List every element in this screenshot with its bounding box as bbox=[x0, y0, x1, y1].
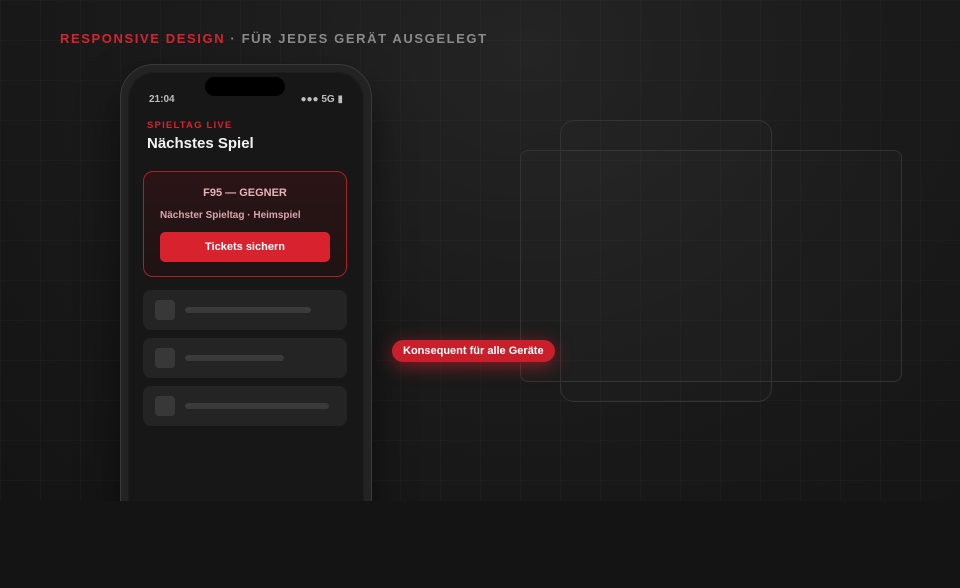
list-item[interactable] bbox=[143, 386, 347, 426]
list-item[interactable] bbox=[143, 338, 347, 378]
status-time: 21:04 bbox=[149, 94, 175, 105]
match-title: F95 — GEGNER bbox=[203, 187, 287, 199]
dynamic-island bbox=[205, 77, 285, 96]
list-item-thumbnail bbox=[155, 300, 175, 320]
phone-screen: 21:04 ●●● 5G ▮ SPIELTAG LIVE Nächstes Sp… bbox=[129, 73, 363, 501]
section-headline: RESPONSIVE DESIGN · FÜR JEDES GERÄT AUSG… bbox=[60, 31, 488, 46]
screen-eyebrow: SPIELTAG LIVE bbox=[147, 120, 233, 131]
bottom-band bbox=[0, 501, 960, 588]
tickets-button[interactable]: Tickets sichern bbox=[160, 232, 330, 262]
phone-mockup: 21:04 ●●● 5G ▮ SPIELTAG LIVE Nächstes Sp… bbox=[120, 64, 372, 501]
headline-rest: FÜR JEDES GERÄT AUSGELEGT bbox=[241, 31, 488, 46]
tablet-portrait-frame-outline bbox=[560, 120, 772, 402]
hero-stage: RESPONSIVE DESIGN · FÜR JEDES GERÄT AUSG… bbox=[0, 0, 960, 501]
list-item-thumbnail bbox=[155, 348, 175, 368]
headline-separator: · bbox=[230, 31, 237, 46]
match-subtitle: Nächster Spieltag · Heimspiel bbox=[160, 210, 301, 221]
list-item-placeholder-bar bbox=[185, 307, 311, 313]
status-signal-battery: ●●● 5G ▮ bbox=[300, 94, 343, 105]
list-item-thumbnail bbox=[155, 396, 175, 416]
headline-accent: RESPONSIVE DESIGN bbox=[60, 31, 226, 46]
screen-title: Nächstes Spiel bbox=[147, 135, 254, 152]
list-item-placeholder-bar bbox=[185, 355, 284, 361]
list-item-placeholder-bar bbox=[185, 403, 329, 409]
consistency-badge: Konsequent für alle Geräte bbox=[392, 340, 555, 362]
next-match-card: F95 — GEGNER Nächster Spieltag · Heimspi… bbox=[143, 171, 347, 277]
list-item[interactable] bbox=[143, 290, 347, 330]
